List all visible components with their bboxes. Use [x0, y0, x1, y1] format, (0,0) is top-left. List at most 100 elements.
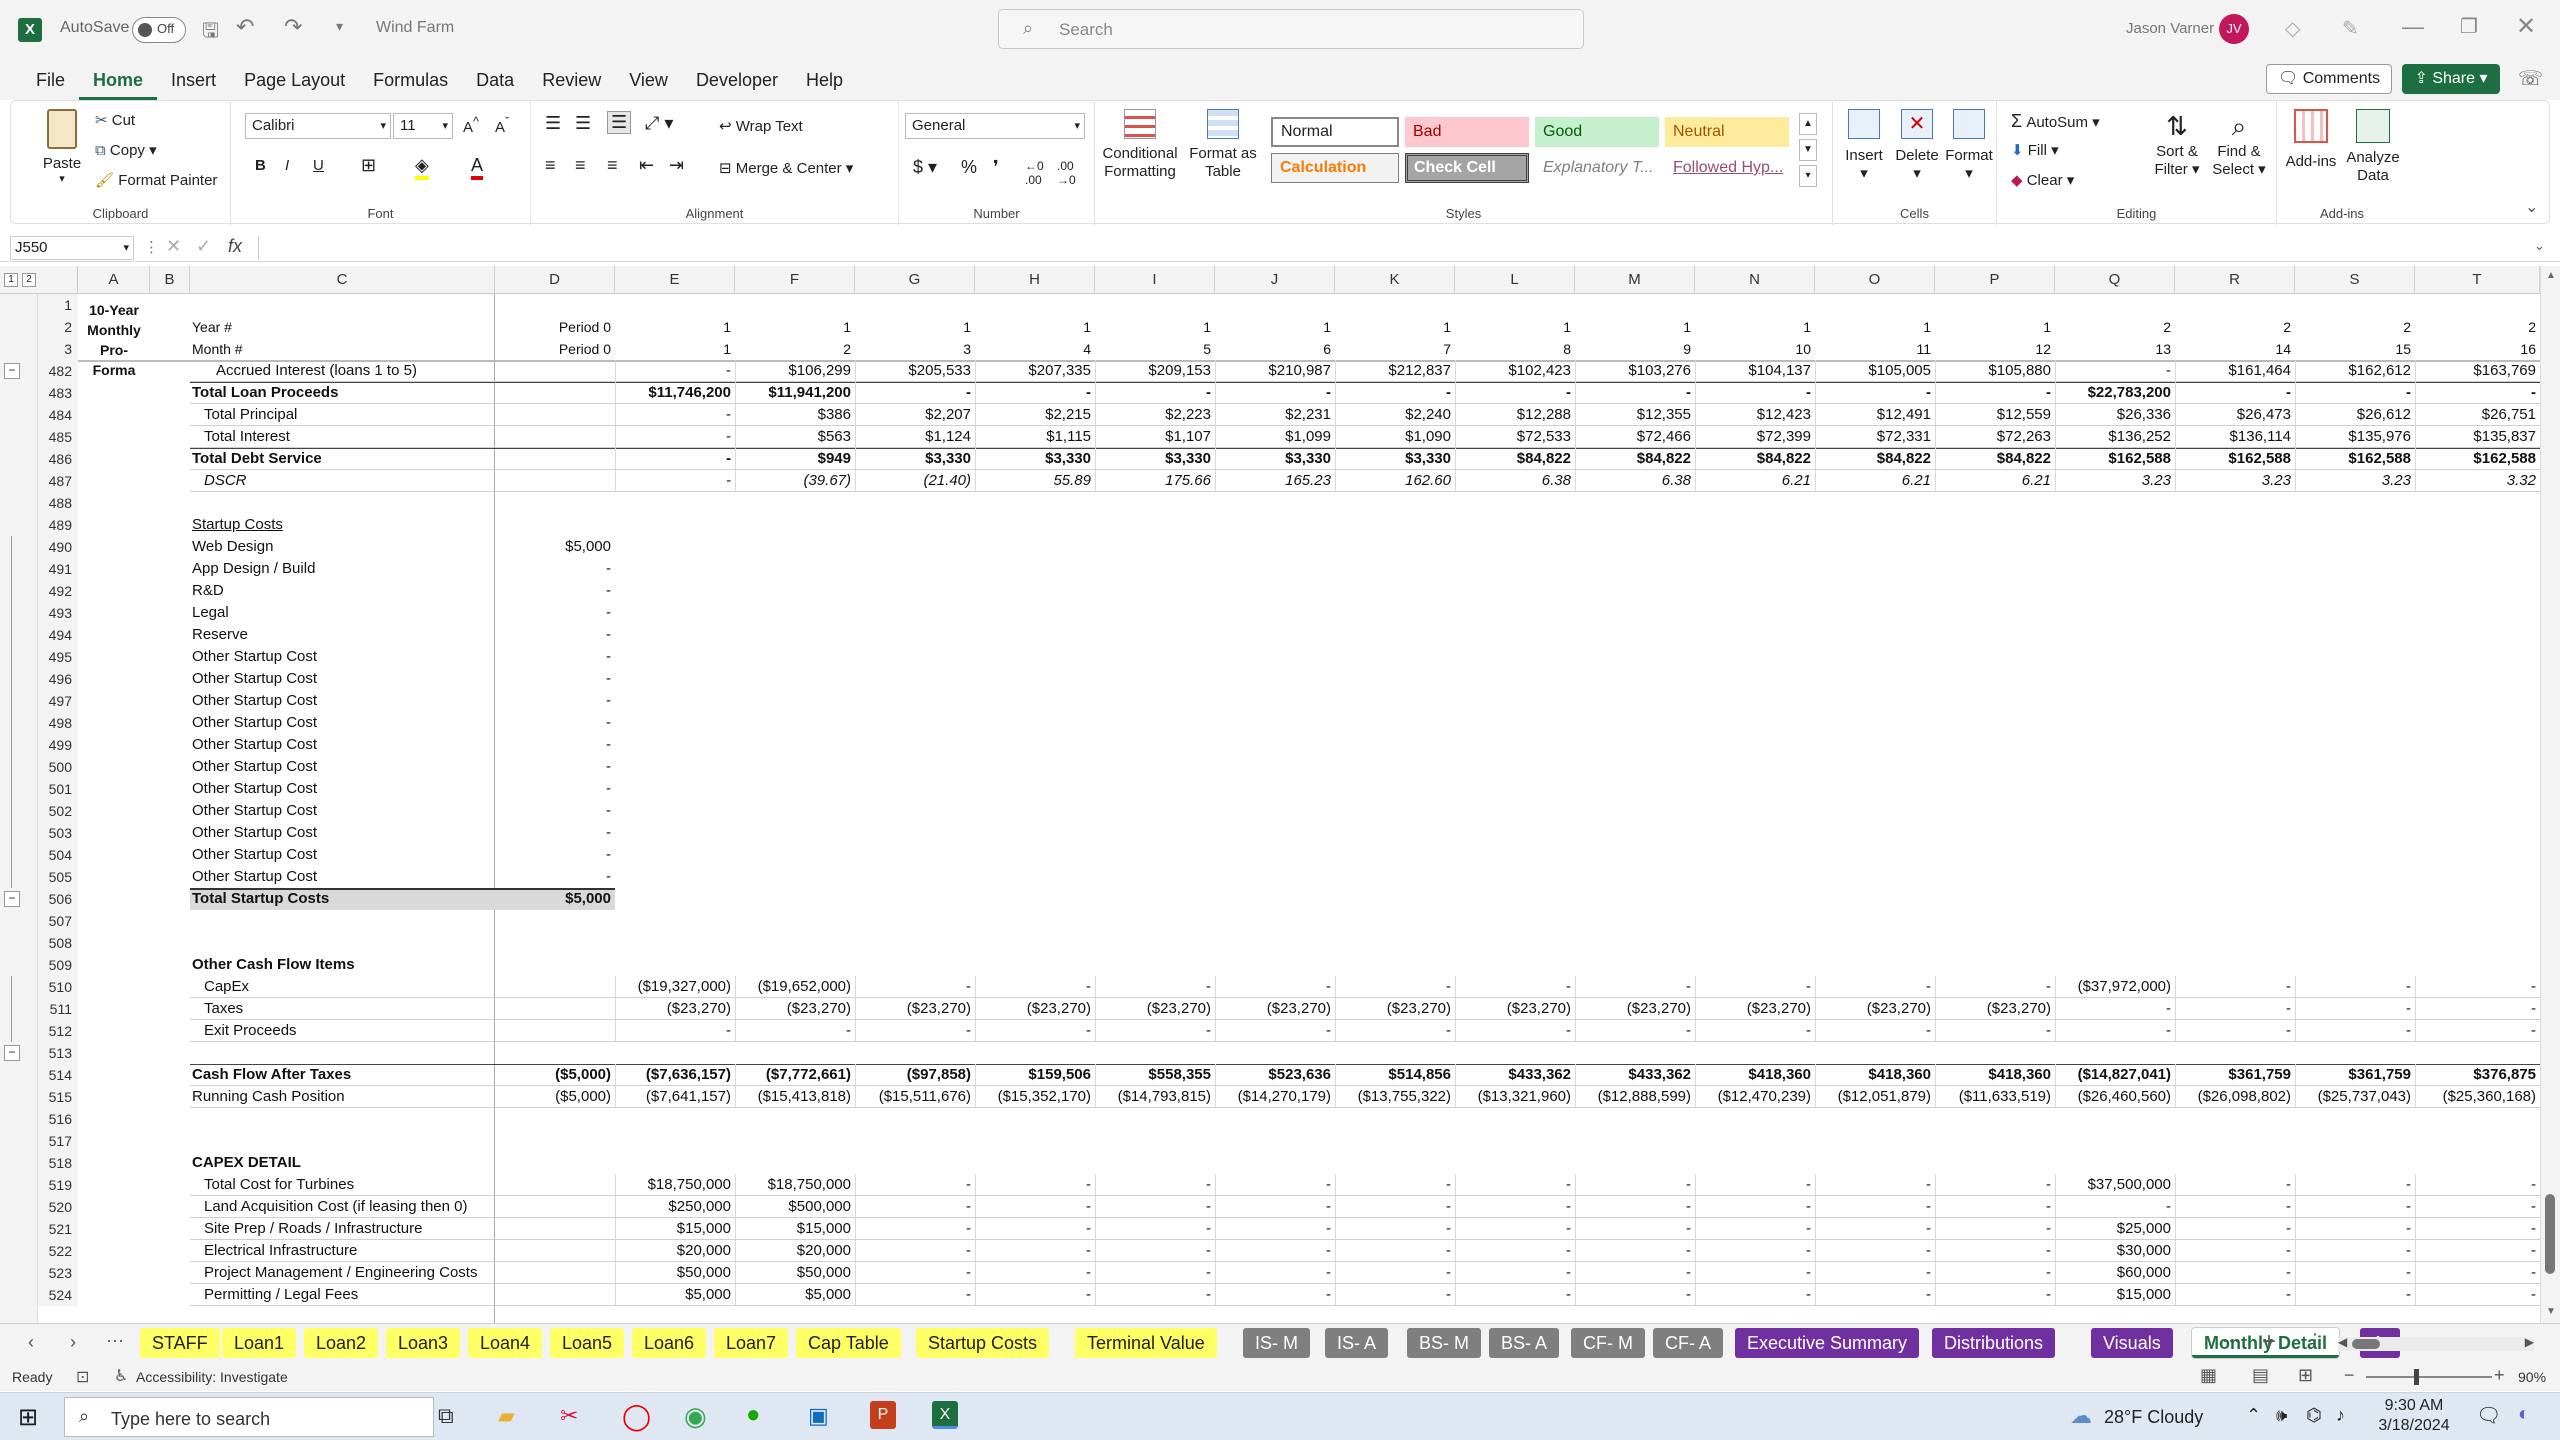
- value-cell[interactable]: -: [1815, 1284, 1935, 1306]
- row-header[interactable]: 494: [38, 624, 78, 646]
- merge-center-button[interactable]: ⊟ Merge & Center ▾: [719, 159, 853, 177]
- value-cell[interactable]: -: [975, 976, 1095, 998]
- value-cell[interactable]: -: [1095, 1196, 1215, 1218]
- value-cell[interactable]: (21.40): [855, 470, 975, 492]
- column-header-g[interactable]: G: [855, 266, 975, 294]
- row-header[interactable]: 497: [38, 690, 78, 712]
- value-cell[interactable]: $523,636: [1215, 1064, 1335, 1086]
- add-sheet-icon[interactable]: +: [2262, 1328, 2276, 1356]
- decrease-decimal-icon[interactable]: .00 →0: [1057, 159, 1076, 187]
- value-cell[interactable]: ($25,737,043): [2295, 1086, 2415, 1108]
- value-cell[interactable]: ($26,098,802): [2175, 1086, 2295, 1108]
- clear-button[interactable]: ◆ Clear ▾: [2011, 171, 2074, 189]
- scroll-right-icon[interactable]: ▶: [2525, 1335, 2534, 1349]
- value-cell[interactable]: -: [2415, 382, 2540, 404]
- sheet-tab-bs-a[interactable]: BS- A: [1489, 1328, 1560, 1358]
- row-header[interactable]: 502: [38, 800, 78, 822]
- value-cell[interactable]: $72,263: [1935, 426, 2055, 448]
- volume-icon[interactable]: 🕪: [2276, 1405, 2287, 1426]
- styles-scroll-down-icon[interactable]: ▼: [1799, 139, 1817, 161]
- value-cell[interactable]: -: [1455, 1196, 1575, 1218]
- sheet-options-icon[interactable]: ⋮: [2306, 1330, 2324, 1351]
- cell-d[interactable]: ($5,000): [495, 1064, 615, 1086]
- value-cell[interactable]: ($23,270): [1815, 998, 1935, 1020]
- value-cell[interactable]: $2,223: [1095, 404, 1215, 426]
- value-cell[interactable]: -: [1935, 1218, 2055, 1240]
- row-header[interactable]: 491: [38, 558, 78, 580]
- value-cell[interactable]: ($15,413,818): [735, 1086, 855, 1108]
- value-cell[interactable]: -: [2175, 998, 2295, 1020]
- value-cell[interactable]: -: [975, 1174, 1095, 1196]
- value-cell[interactable]: -: [975, 1262, 1095, 1284]
- row-header[interactable]: 499: [38, 734, 78, 756]
- value-cell[interactable]: -: [1455, 976, 1575, 998]
- autosave-toggle[interactable]: Off: [132, 17, 186, 43]
- row-header[interactable]: 500: [38, 756, 78, 778]
- prev-sheet-icon[interactable]: ‹: [28, 1332, 34, 1353]
- column-header-s[interactable]: S: [2295, 266, 2415, 294]
- value-cell[interactable]: -: [1815, 382, 1935, 404]
- sheet-tab-cap-table[interactable]: Cap Table: [796, 1328, 901, 1358]
- value-cell[interactable]: $1,107: [1095, 426, 1215, 448]
- value-cell[interactable]: -: [2175, 1240, 2295, 1262]
- value-cell[interactable]: -: [1215, 976, 1335, 998]
- value-cell[interactable]: -: [1695, 1196, 1815, 1218]
- row-header[interactable]: 490: [38, 536, 78, 558]
- value-cell[interactable]: -: [2415, 1240, 2540, 1262]
- column-header-r[interactable]: R: [2175, 266, 2295, 294]
- zoom-out-icon[interactable]: −: [2344, 1365, 2355, 1386]
- row-header[interactable]: 3: [38, 338, 78, 360]
- format-as-table-button[interactable]: Format as Table: [1185, 109, 1261, 181]
- row-header[interactable]: 510: [38, 976, 78, 998]
- column-header-j[interactable]: J: [1215, 266, 1335, 294]
- value-cell[interactable]: -: [1455, 382, 1575, 404]
- value-cell[interactable]: $159,506: [975, 1064, 1095, 1086]
- styles-scroll-up-icon[interactable]: ▲: [1799, 113, 1817, 135]
- value-cell[interactable]: -: [1215, 1240, 1335, 1262]
- worksheet-grid[interactable]: 1 2 ABCDEFGHIJKLMNOPQRST 1 2 3 10-Year Mont…: [0, 266, 2560, 1323]
- row-header[interactable]: 483: [38, 382, 78, 404]
- row-header[interactable]: 512: [38, 1020, 78, 1042]
- sheet-tab-is-a[interactable]: IS- A: [1325, 1328, 1389, 1358]
- redo-icon[interactable]: ↷: [284, 14, 302, 40]
- row-header[interactable]: 495: [38, 646, 78, 668]
- feedback-icon[interactable]: ☏: [2518, 66, 2543, 91]
- style-bad[interactable]: Bad: [1405, 117, 1529, 147]
- cell-d[interactable]: -: [495, 800, 615, 822]
- row-header[interactable]: 509: [38, 954, 78, 976]
- value-cell[interactable]: -: [975, 1020, 1095, 1042]
- more-sheets-icon[interactable]: ···: [106, 1330, 124, 1351]
- value-cell[interactable]: ($23,270): [1575, 998, 1695, 1020]
- tab-developer[interactable]: Developer: [682, 60, 792, 100]
- sheet-tab-loan3[interactable]: Loan3: [386, 1328, 461, 1358]
- value-cell[interactable]: $3,330: [1215, 448, 1335, 470]
- column-header-a[interactable]: A: [78, 266, 150, 294]
- value-cell[interactable]: -: [2415, 1174, 2540, 1196]
- value-cell[interactable]: -: [2415, 976, 2540, 998]
- cell-d[interactable]: -: [495, 822, 615, 844]
- share-button[interactable]: ⇪ Share ▾: [2402, 64, 2500, 94]
- cell-d[interactable]: -: [495, 778, 615, 800]
- accessibility-status[interactable]: Accessibility: Investigate: [136, 1369, 288, 1385]
- comments-button[interactable]: 🗨 Comments: [2266, 64, 2392, 94]
- row-header[interactable]: 507: [38, 910, 78, 932]
- excel-logo-icon[interactable]: X: [18, 18, 42, 42]
- network-icon[interactable]: ⌬: [2306, 1405, 2322, 1426]
- column-header-o[interactable]: O: [1815, 266, 1935, 294]
- value-cell[interactable]: $84,822: [1575, 448, 1695, 470]
- formula-input[interactable]: [258, 236, 2528, 260]
- value-cell[interactable]: $205,533: [855, 360, 975, 382]
- cell-d[interactable]: $5,000: [495, 888, 615, 910]
- value-cell[interactable]: $18,750,000: [735, 1174, 855, 1196]
- column-header-p[interactable]: P: [1935, 266, 2055, 294]
- value-cell[interactable]: 6.21: [1695, 470, 1815, 492]
- value-cell[interactable]: ($25,360,168): [2415, 1086, 2540, 1108]
- speaker-icon[interactable]: ♪: [2336, 1405, 2345, 1426]
- scrollbar-thumb[interactable]: [2545, 1194, 2555, 1274]
- format-painter-button[interactable]: 🖌 Format Painter: [95, 171, 217, 189]
- align-bottom-icon[interactable]: ☰: [607, 111, 632, 134]
- value-cell[interactable]: $2,231: [1215, 404, 1335, 426]
- value-cell[interactable]: $135,976: [2295, 426, 2415, 448]
- style-followed-hyperlink[interactable]: Followed Hyp...: [1665, 153, 1789, 183]
- value-cell[interactable]: ($11,633,519): [1935, 1086, 2055, 1108]
